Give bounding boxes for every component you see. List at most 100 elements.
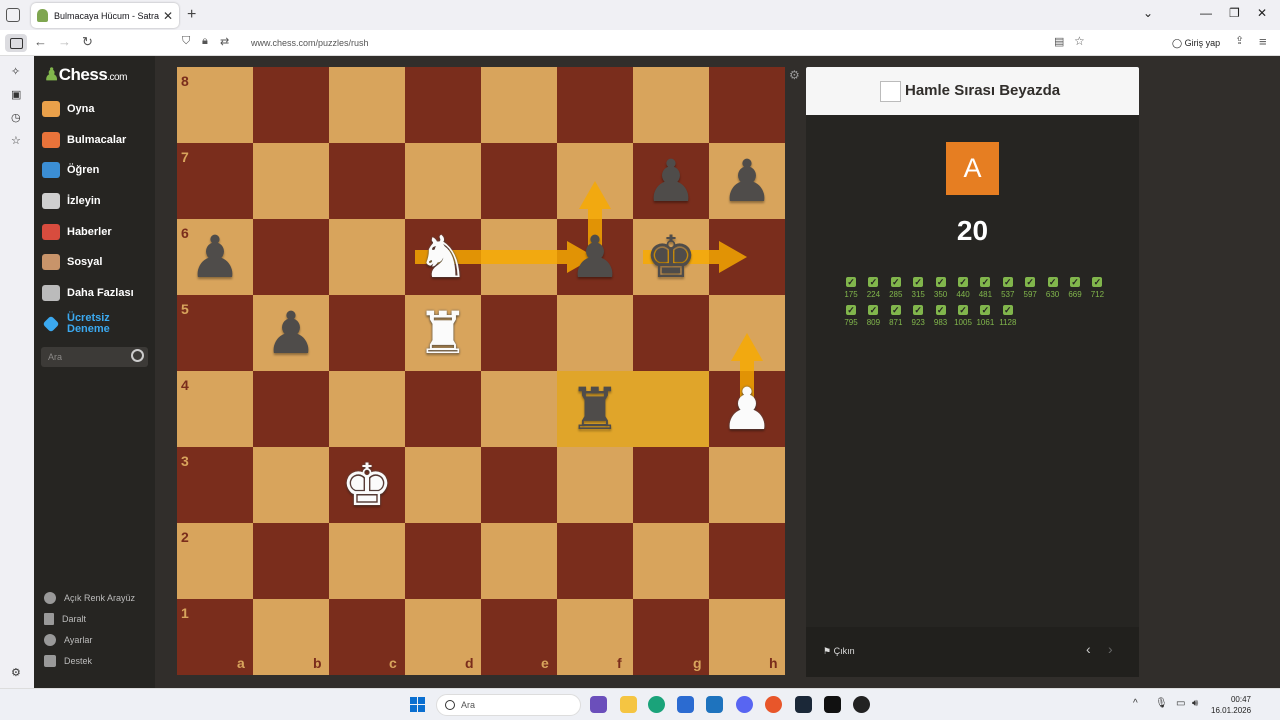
sidebar-item-pawn-play[interactable]: Oyna [42, 99, 95, 119]
system-clock[interactable]: 00:47 16.01.2026 [1211, 694, 1251, 716]
square-e4[interactable] [481, 371, 557, 447]
free-trial-link[interactable]: Ücretsiz Deneme [42, 313, 127, 335]
square-h8[interactable] [709, 67, 785, 143]
chess-board[interactable]: 8 7 6 5 4 3 2 1 a b c d e f g h ♟ ♟ ♟ ♞ ♟ ♚ ♟ ♜ ♜ ♟ ♚ [177, 67, 785, 675]
ai-chat-icon[interactable]: ✧ [11, 65, 20, 78]
sidebar-item-more-dots[interactable]: Daha Fazlası [42, 283, 134, 303]
white-knight-icon[interactable]: ♞ [405, 219, 481, 295]
black-pawn-icon[interactable]: ♟ [709, 143, 785, 219]
shield-icon[interactable]: ⛉ [182, 35, 190, 48]
square-g5[interactable] [633, 295, 709, 371]
reader-view-icon[interactable]: ▤ [1054, 35, 1064, 48]
square-g8[interactable] [633, 67, 709, 143]
black-king-icon[interactable]: ♚ [633, 219, 709, 295]
microphone-icon[interactable]: 🎙︎ [1155, 698, 1168, 709]
firefox-app-icon[interactable] [765, 696, 782, 713]
close-window-icon[interactable]: ✕ [1257, 6, 1267, 20]
lock-icon[interactable]: 🔒︎ [202, 35, 208, 48]
tab-overflow-chevron-icon[interactable]: ⌄ [1143, 6, 1153, 20]
synced-tabs-icon[interactable]: ▣ [11, 88, 21, 101]
square-b6[interactable] [253, 219, 329, 295]
square-d3[interactable] [405, 447, 481, 523]
sidebar-search-input[interactable]: Ara [41, 347, 148, 367]
outlook-app-icon[interactable] [706, 696, 723, 713]
windows-start-icon[interactable] [410, 697, 426, 713]
restore-icon[interactable]: ❐ [1229, 6, 1240, 20]
tab-list-icon[interactable] [6, 8, 20, 22]
chess-logo[interactable]: ♟Chess.com [44, 65, 127, 85]
white-king-icon[interactable]: ♚ [329, 447, 405, 523]
square-g4[interactable] [633, 371, 709, 447]
media-app-icon[interactable] [853, 696, 870, 713]
square-f3[interactable] [557, 447, 633, 523]
login-button[interactable]: ◯ Giriş yap [1172, 38, 1220, 49]
square-b8[interactable] [253, 67, 329, 143]
forward-icon[interactable]: → [58, 34, 71, 49]
square-f2[interactable] [557, 523, 633, 599]
collapse-button[interactable]: Daralt [44, 613, 86, 625]
square-c4[interactable] [329, 371, 405, 447]
copilot-app-icon[interactable] [590, 696, 607, 713]
square-c8[interactable] [329, 67, 405, 143]
square-e3[interactable] [481, 447, 557, 523]
square-b4[interactable] [253, 371, 329, 447]
url-text[interactable]: www.chess.com/puzzles/rush [251, 38, 369, 48]
address-bar[interactable]: ⛉ 🔒︎ ⇄ www.chess.com/puzzles/rush ▤ ☆ [176, 33, 1091, 53]
black-pawn-icon[interactable]: ♟ [177, 219, 253, 295]
white-rook-icon[interactable]: ♜ [405, 295, 481, 371]
square-h2[interactable] [709, 523, 785, 599]
menu-icon[interactable]: ≡ [1259, 34, 1267, 49]
volume-icon[interactable]: 🔊︎ [1192, 698, 1198, 709]
network-icon[interactable]: ▭ [1176, 698, 1185, 709]
back-icon[interactable]: ← [34, 34, 47, 49]
square-f8[interactable] [557, 67, 633, 143]
square-g2[interactable] [633, 523, 709, 599]
square-h3[interactable] [709, 447, 785, 523]
next-chevron-icon[interactable]: › [1108, 641, 1113, 657]
epic-games-icon[interactable] [824, 696, 841, 713]
tray-overflow-chevron-icon[interactable]: ^ [1133, 698, 1138, 709]
bookmark-star-icon[interactable]: ☆ [1074, 34, 1085, 48]
edge-browser-icon[interactable] [648, 696, 665, 713]
store-app-icon[interactable] [677, 696, 694, 713]
browser-tab-active[interactable]: Bulmacaya Hücum - Satranç Bu ✕ [31, 3, 179, 28]
close-tab-icon[interactable]: ✕ [163, 9, 173, 23]
new-tab-icon[interactable]: + [187, 6, 196, 24]
black-rook-icon[interactable]: ♜ [557, 371, 633, 447]
file-explorer-icon[interactable] [620, 696, 637, 713]
customize-gear-icon[interactable]: ⚙ [11, 666, 21, 679]
light-mode-toggle[interactable]: Açık Renk Arayüz [44, 592, 135, 604]
square-e7[interactable] [481, 143, 557, 219]
previous-chevron-icon[interactable]: ‹ [1086, 641, 1091, 657]
square-f5[interactable] [557, 295, 633, 371]
square-d2[interactable] [405, 523, 481, 599]
square-c2[interactable] [329, 523, 405, 599]
sidebar-item-news[interactable]: Haberler [42, 222, 112, 242]
square-c5[interactable] [329, 295, 405, 371]
square-d7[interactable] [405, 143, 481, 219]
bookmarks-icon[interactable]: ☆ [11, 134, 21, 147]
permissions-icon[interactable]: ⇄ [220, 35, 229, 48]
square-b2[interactable] [253, 523, 329, 599]
square-e5[interactable] [481, 295, 557, 371]
discord-app-icon[interactable] [736, 696, 753, 713]
black-pawn-icon[interactable]: ♟ [253, 295, 329, 371]
square-b7[interactable] [253, 143, 329, 219]
steam-app-icon[interactable] [795, 696, 812, 713]
black-pawn-icon[interactable]: ♟ [557, 219, 633, 295]
minimize-icon[interactable]: — [1200, 6, 1212, 20]
square-g3[interactable] [633, 447, 709, 523]
board-settings-gear-icon[interactable]: ⚙ [789, 68, 800, 82]
sidebar-item-learn-cube[interactable]: Öğren [42, 160, 99, 180]
white-pawn-icon[interactable]: ♟ [709, 371, 785, 447]
reload-icon[interactable]: ↻ [82, 34, 93, 50]
square-b3[interactable] [253, 447, 329, 523]
sidebar-toggle-icon[interactable] [5, 34, 27, 52]
history-icon[interactable]: ◷ [11, 111, 21, 124]
settings-link[interactable]: Ayarlar [44, 634, 92, 646]
taskbar-search-input[interactable]: Ara [436, 694, 581, 716]
square-d4[interactable] [405, 371, 481, 447]
support-link[interactable]: Destek [44, 655, 92, 667]
black-pawn-icon[interactable]: ♟ [633, 143, 709, 219]
sidebar-item-binoculars[interactable]: İzleyin [42, 191, 101, 211]
